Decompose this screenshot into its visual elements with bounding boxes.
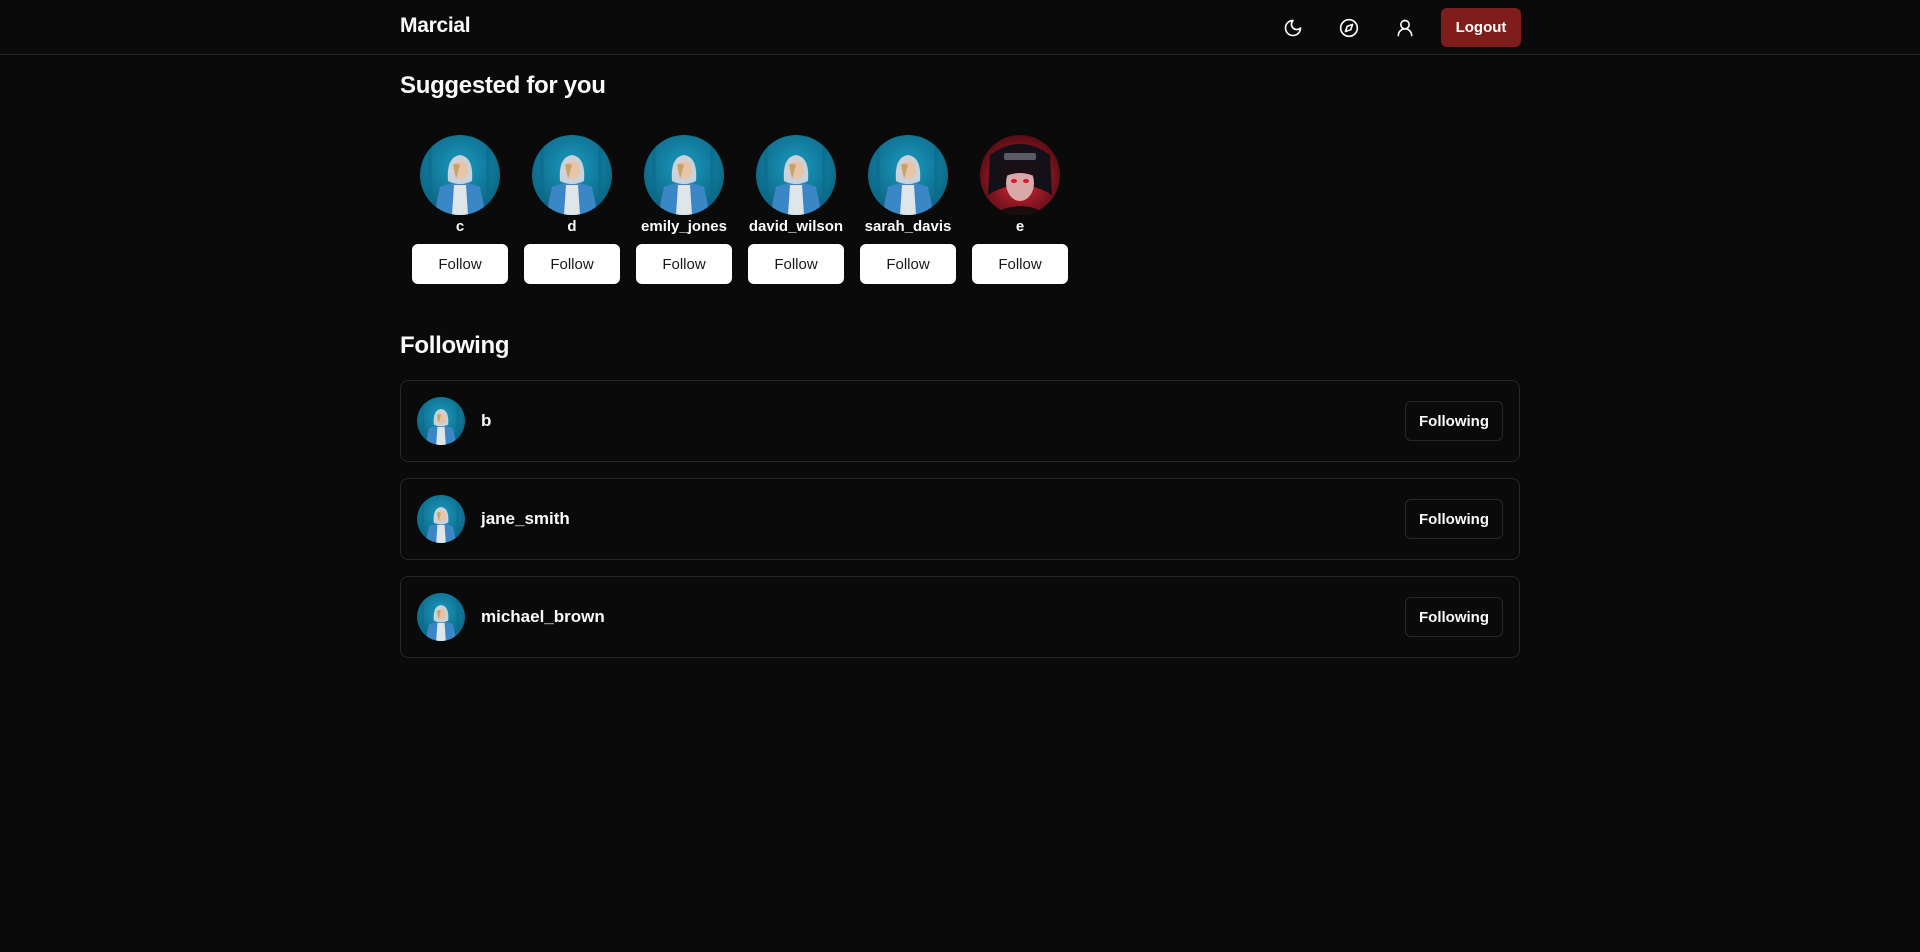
following-button[interactable]: Following <box>1405 597 1503 637</box>
suggested-user-card: david_wilson Follow <box>748 135 844 284</box>
avatar[interactable] <box>417 593 465 641</box>
suggested-user-card: emily_jones Follow <box>636 135 732 284</box>
brand-logo[interactable]: Marcial <box>400 14 471 38</box>
following-button[interactable]: Following <box>1405 499 1503 539</box>
suggested-username[interactable]: e <box>1016 218 1024 236</box>
follow-button[interactable]: Follow <box>748 244 844 284</box>
suggested-username[interactable]: sarah_davis <box>865 218 952 236</box>
top-navbar: Marcial Logout <box>0 0 1920 55</box>
following-button[interactable]: Following <box>1405 401 1503 441</box>
following-section-title: Following <box>400 332 510 359</box>
suggested-username[interactable]: emily_jones <box>641 218 727 236</box>
suggested-section-title: Suggested for you <box>400 72 606 99</box>
avatar[interactable] <box>980 135 1060 215</box>
avatar[interactable] <box>532 135 612 215</box>
suggested-user-card: d Follow <box>524 135 620 284</box>
following-username[interactable]: jane_smith <box>481 509 570 529</box>
user-icon[interactable] <box>1389 12 1421 44</box>
avatar[interactable] <box>868 135 948 215</box>
following-username[interactable]: michael_brown <box>481 607 605 627</box>
suggested-username[interactable]: c <box>456 218 464 236</box>
follow-button[interactable]: Follow <box>636 244 732 284</box>
avatar[interactable] <box>644 135 724 215</box>
suggested-username[interactable]: david_wilson <box>749 218 843 236</box>
following-list: b Following jane_smith Following michael… <box>400 380 1520 674</box>
suggested-user-card: e Follow <box>972 135 1068 284</box>
follow-button[interactable]: Follow <box>860 244 956 284</box>
avatar[interactable] <box>756 135 836 215</box>
moon-icon[interactable] <box>1277 12 1309 44</box>
following-list-item: b Following <box>400 380 1520 462</box>
avatar[interactable] <box>417 495 465 543</box>
avatar[interactable] <box>420 135 500 215</box>
follow-button[interactable]: Follow <box>524 244 620 284</box>
follow-button[interactable]: Follow <box>972 244 1068 284</box>
avatar[interactable] <box>417 397 465 445</box>
follow-button[interactable]: Follow <box>412 244 508 284</box>
suggested-user-card: c Follow <box>412 135 508 284</box>
following-username[interactable]: b <box>481 411 491 431</box>
following-list-item: michael_brown Following <box>400 576 1520 658</box>
suggested-user-card: sarah_davis Follow <box>860 135 956 284</box>
compass-icon[interactable] <box>1333 12 1365 44</box>
logout-button[interactable]: Logout <box>1441 8 1521 47</box>
following-list-item: jane_smith Following <box>400 478 1520 560</box>
suggested-username[interactable]: d <box>567 218 576 236</box>
